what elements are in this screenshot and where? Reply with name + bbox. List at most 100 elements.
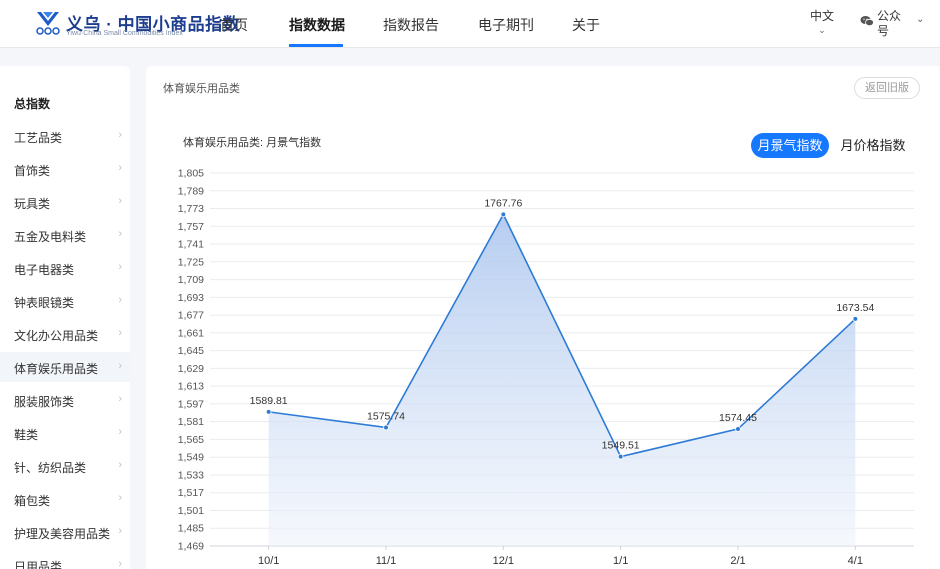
sidebar-item[interactable]: 护理及美容用品类 ›: [0, 517, 130, 547]
sidebar-item[interactable]: 工艺品类 ›: [0, 121, 130, 151]
y-tick-label: 1,469: [178, 541, 204, 553]
y-tick-label: 1,613: [178, 381, 204, 393]
sidebar-item[interactable]: 鞋类 ›: [0, 418, 130, 448]
nav-index-data[interactable]: 指数数据: [289, 15, 345, 35]
sidebar-item[interactable]: 针、纺织品类 ›: [0, 451, 130, 481]
sidebar-item-label: 日用品类: [14, 560, 63, 569]
chevron-down-icon: ⌄: [818, 25, 826, 35]
sidebar-item[interactable]: 文化办公用品类 ›: [0, 319, 130, 349]
data-label: 1673.54: [836, 302, 874, 314]
sidebar-item-label: 鞋类: [14, 428, 39, 442]
x-tick-label: 2/1: [730, 555, 745, 567]
sidebar-item-label: 电子电器类: [14, 263, 75, 277]
sidebar-item[interactable]: 首饰类 ›: [0, 154, 130, 184]
y-tick-label: 1,773: [178, 203, 204, 215]
data-point: [383, 424, 389, 431]
chevron-right-icon: ›: [118, 558, 122, 569]
chevron-right-icon: ›: [118, 162, 122, 174]
sidebar-item-label: 文化办公用品类: [14, 329, 99, 343]
top-header: 义乌 · 中国小商品指数 Yiwu·China Small Commoditie…: [0, 0, 940, 48]
sidebar-item[interactable]: 箱包类 ›: [0, 484, 130, 514]
series-area: [268, 214, 856, 547]
y-tick-label: 1,485: [178, 523, 204, 535]
data-label: 1589.81: [250, 395, 288, 407]
chevron-right-icon: ›: [118, 360, 122, 372]
chevron-right-icon: ›: [118, 228, 122, 240]
sidebar-item-active[interactable]: 体育娱乐用品类 ›: [0, 352, 130, 382]
y-tick-label: 1,725: [178, 256, 204, 268]
sidebar-item-label: 箱包类: [14, 494, 51, 508]
y-tick-label: 1,517: [178, 487, 204, 499]
logo-emblem-icon: [36, 12, 60, 35]
language-switcher[interactable]: 中文 ⌄: [810, 9, 834, 37]
wechat-icon: [860, 16, 874, 27]
y-tick-label: 1,709: [178, 274, 204, 286]
chevron-right-icon: ›: [118, 327, 122, 339]
y-tick-label: 1,581: [178, 416, 204, 428]
sidebar-item-label: 护理及美容用品类: [14, 527, 111, 541]
data-point: [852, 316, 859, 322]
y-tick-label: 1,805: [178, 168, 204, 180]
nav-e-journal[interactable]: 电子期刊: [478, 15, 534, 35]
y-tick-label: 1,789: [178, 185, 204, 197]
data-point: [617, 453, 624, 460]
index-line-chart: 1,469 1,485 1,501 1,517 1,533 1,549 1,565 1,581…: [178, 168, 914, 567]
chevron-right-icon: ›: [118, 294, 122, 306]
y-tick-label: 1,501: [178, 505, 204, 517]
y-tick-label: 1,741: [178, 239, 204, 251]
data-label: 1767.76: [484, 197, 522, 209]
sidebar-item-label: 服装服饰类: [14, 395, 75, 409]
data-point: [265, 409, 272, 415]
site-logo[interactable]: 义乌 · 中国小商品指数 Yiwu·China Small Commoditie…: [34, 8, 240, 40]
x-tick-label: 10/1: [258, 555, 279, 567]
data-label: 1574.45: [719, 412, 757, 424]
sidebar-item[interactable]: 钟表眼镜类 ›: [0, 286, 130, 316]
sidebar-item[interactable]: 五金及电料类 ›: [0, 220, 130, 250]
y-tick-label: 1,757: [178, 221, 204, 233]
chevron-right-icon: ›: [118, 195, 122, 207]
x-tick-label: 12/1: [493, 555, 514, 567]
nav-active-indicator: [289, 44, 343, 47]
sidebar-item-label: 工艺品类: [14, 131, 63, 145]
chevron-right-icon: ›: [118, 492, 122, 504]
sidebar-item-label: 体育娱乐用品类: [14, 362, 99, 376]
data-point: [735, 426, 741, 432]
sidebar-item-label: 首饰类: [14, 164, 51, 178]
chevron-right-icon: ›: [118, 261, 122, 273]
language-label: 中文: [810, 9, 835, 23]
chevron-right-icon: ›: [118, 525, 122, 537]
sidebar-item[interactable]: 日用品类 ›: [0, 550, 130, 569]
y-tick-label: 1,677: [178, 310, 204, 322]
sidebar-item[interactable]: 玩具类 ›: [0, 187, 130, 217]
x-tick-label: 1/1: [613, 555, 628, 567]
y-tick-label: 1,549: [178, 452, 204, 464]
y-tick-label: 1,645: [178, 345, 204, 357]
sidebar-item-label: 玩具类: [14, 197, 51, 211]
sidebar-item-label: 五金及电料类: [14, 230, 87, 244]
wechat-menu[interactable]: 公众号 ⌄: [860, 9, 940, 41]
sidebar-item-label: 钟表眼镜类: [14, 296, 75, 310]
nav-index-report[interactable]: 指数报告: [383, 15, 439, 35]
chevron-down-icon: ⌄: [916, 14, 925, 25]
nav-home[interactable]: 首页: [220, 15, 248, 35]
y-tick-label: 1,629: [178, 363, 204, 375]
x-tick-label: 4/1: [848, 555, 863, 567]
main-panel: 体育娱乐用品类 返回旧版 体育娱乐用品类: 月景气指数 月景气指数 月价格指数 …: [146, 66, 940, 569]
sidebar-item[interactable]: 服装服饰类 ›: [0, 385, 130, 415]
chevron-right-icon: ›: [118, 426, 122, 438]
wechat-label: 公众号: [877, 9, 902, 38]
sidebar-item[interactable]: 电子电器类 ›: [0, 253, 130, 283]
chevron-right-icon: ›: [118, 459, 122, 471]
y-tick-label: 1,597: [178, 398, 204, 410]
category-sidebar: 总指数 工艺品类 › 首饰类 › 玩具类 › 五金及电料类 › 电子电器类 › 钟表眼镜类…: [0, 66, 130, 569]
nav-about[interactable]: 关于: [572, 15, 600, 35]
y-tick-label: 1,693: [178, 292, 204, 304]
chevron-right-icon: ›: [118, 129, 122, 141]
y-tick-label: 1,565: [178, 434, 204, 446]
sidebar-item-label: 针、纺织品类: [14, 461, 87, 475]
sidebar-total-index[interactable]: 总指数: [14, 95, 50, 112]
chevron-right-icon: ›: [118, 393, 122, 405]
logo-subtitle: Yiwu·China Small Commodities Index: [66, 30, 183, 37]
x-tick-label: 11/1: [376, 555, 397, 567]
y-tick-label: 1,661: [178, 327, 204, 339]
